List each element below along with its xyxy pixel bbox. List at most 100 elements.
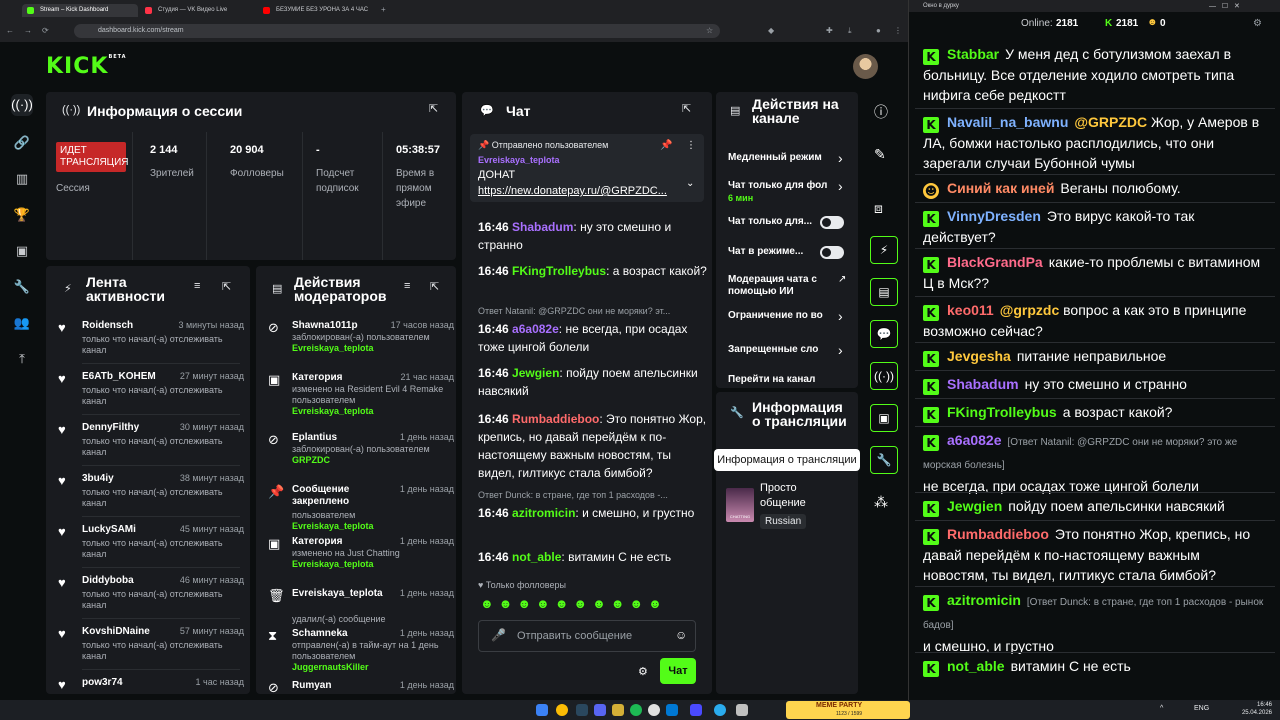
action-subject[interactable]: Сообщение закреплено xyxy=(292,484,384,508)
tray-arrow-icon[interactable]: ^ xyxy=(1160,705,1163,712)
spotify-icon[interactable] xyxy=(630,704,642,716)
chat-username[interactable]: a6a082e xyxy=(512,322,559,336)
settings-icon[interactable]: ⚙ xyxy=(638,665,648,678)
chat-username[interactable]: Синий как иней xyxy=(947,180,1054,196)
wrench-tool-icon[interactable]: 🔧 xyxy=(870,446,898,474)
address-bar[interactable]: dashboard.kick.com/stream xyxy=(74,24,720,38)
send-chat-button[interactable]: Чат xyxy=(660,658,696,684)
moderator-name[interactable]: JuggernautsKiller xyxy=(292,662,456,673)
media-icon[interactable] xyxy=(690,704,702,716)
info-icon[interactable]: ⓘ xyxy=(874,102,888,122)
bolt-tool-icon[interactable]: ⚡ xyxy=(870,236,898,264)
channel-action-item[interactable]: Чат только для фол 6 мин xyxy=(728,180,846,204)
extension-icon[interactable]: ◆ xyxy=(768,26,774,36)
filter-icon[interactable]: ≡ xyxy=(404,280,410,292)
pinned-user[interactable]: Evreiskaya_teplota xyxy=(478,155,560,165)
chevron-right-icon[interactable]: › xyxy=(838,342,843,358)
nav-tools-icon[interactable]: 🔧 xyxy=(11,276,33,298)
list-item[interactable]: ♥ Diddyboba 46 минут назад только что начал… xyxy=(46,573,250,623)
chat-username[interactable]: keo011 xyxy=(947,302,994,318)
filter-icon[interactable]: ≡ xyxy=(194,280,200,292)
channel-action-item[interactable]: Модерация чата с помощью ИИ xyxy=(728,274,846,298)
chat-input[interactable]: 🎤 Отправить сообщение ☺ xyxy=(478,620,696,652)
list-item[interactable]: ⊘ Eplantius 1 день назад заблокирован(-а) п… xyxy=(256,430,456,482)
follower-name[interactable]: Roidensch xyxy=(82,320,133,331)
windows-start-icon[interactable] xyxy=(536,704,548,716)
nav-video-icon[interactable]: ▣ xyxy=(11,240,33,262)
chat-username[interactable]: FKingTrolleybus xyxy=(947,404,1057,420)
list-item[interactable]: 📌 Сообщение закреплено 1 день назад пользов… xyxy=(256,482,456,534)
clock[interactable]: 16:46 25.04.2026 xyxy=(1228,701,1272,717)
share-icon[interactable]: ⁂ xyxy=(874,494,888,511)
mention[interactable]: @GRPZDC xyxy=(1074,114,1147,130)
chat-username[interactable]: Jewgien xyxy=(512,366,559,380)
stream-tool-icon[interactable]: ((·)) xyxy=(870,362,898,390)
follower-name[interactable]: pow3r74 xyxy=(82,677,123,688)
emote-bar[interactable]: ☻☻☻☻☻☻☻☻☻☻ xyxy=(480,596,667,611)
list-item[interactable]: ♥ pow3r74 1 час назад xyxy=(46,675,250,694)
emoji-icon[interactable]: ☺ xyxy=(675,628,687,642)
chat-tool-icon[interactable]: 💬 xyxy=(870,320,898,348)
list-item[interactable]: ♥ LuckySAMi 45 минут назад только что начал… xyxy=(46,522,250,572)
popout-icon[interactable]: ⇱ xyxy=(222,280,231,293)
chat-username[interactable]: azitromicin xyxy=(947,592,1021,608)
channel-action-item[interactable]: Медленный режим xyxy=(728,152,846,164)
action-subject[interactable]: Shawna1011p xyxy=(292,320,384,332)
pinned-message[interactable]: 📌 Отправлено пользователем 📌 ⋮ Evreiskay… xyxy=(470,134,704,202)
external-link-icon[interactable]: ↗ xyxy=(838,274,846,285)
action-subject[interactable]: Категория xyxy=(292,372,384,384)
new-tab-button[interactable]: + xyxy=(381,5,386,15)
chat-username[interactable]: Stabbar xyxy=(947,46,999,62)
toggle-switch[interactable] xyxy=(820,246,844,259)
chat-username[interactable]: BlackGrandPa xyxy=(947,254,1043,270)
messenger-icon[interactable] xyxy=(714,704,726,716)
list-item[interactable]: ▣ Категория 1 день назад изменено на Just C… xyxy=(256,534,456,586)
user-avatar[interactable] xyxy=(853,54,878,79)
follower-name[interactable]: Diddyboba xyxy=(82,575,134,586)
app-icon[interactable] xyxy=(612,704,624,716)
list-item[interactable]: ♥ 3bu4iy 38 минут назад только что начал(-а… xyxy=(46,471,250,521)
list-item[interactable]: ♥ KovshiDNaine 57 минут назад только что на… xyxy=(46,624,250,674)
obs-icon[interactable] xyxy=(648,704,660,716)
moderator-name[interactable]: Evreiskaya_teplota xyxy=(292,406,456,417)
list-item[interactable]: ♥ Roidensch 3 минуты назад только что начал… xyxy=(46,318,250,368)
video-tool-icon[interactable]: ▣ xyxy=(870,404,898,432)
mention[interactable]: @grpzdc xyxy=(1000,302,1060,318)
clipboard-tool-icon[interactable]: ▤ xyxy=(870,278,898,306)
lang-indicator[interactable]: ENG xyxy=(1194,705,1209,712)
list-item[interactable]: ♥ DennyFilthy 30 минут назад только что нач… xyxy=(46,420,250,470)
window-controls[interactable]: — ☐ ✕ xyxy=(1209,2,1240,10)
channel-action-item[interactable]: Запрещенные сло xyxy=(728,344,846,356)
chat-username[interactable]: a6a082e xyxy=(947,432,1002,448)
follower-name[interactable]: KovshiDNaine xyxy=(82,626,150,637)
channel-action-item[interactable]: Перейти на канал xyxy=(728,374,846,386)
list-item[interactable]: ⊘ Shawna1011p 17 часов назад заблокирован(-… xyxy=(256,318,456,370)
chat-username[interactable]: Jewgien xyxy=(947,498,1002,514)
bookmark-star-icon[interactable]: ☆ xyxy=(706,26,713,36)
telegram-icon[interactable] xyxy=(666,704,678,716)
nav-stream-icon[interactable]: ((·)) xyxy=(11,94,33,116)
chevron-down-icon[interactable]: ⌄ xyxy=(686,178,694,189)
action-subject[interactable]: Evreiskaya_teplota xyxy=(292,588,384,600)
pinned-link[interactable]: https://new.donatepay.ru/@GRPZDC... xyxy=(478,185,674,197)
chat-username[interactable]: Rumbaddieboo xyxy=(512,412,599,426)
chrome-icon[interactable] xyxy=(556,704,568,716)
popout-icon[interactable]: ⇱ xyxy=(430,280,439,293)
list-item[interactable]: ⊘ Rumyan 1 день назад xyxy=(256,678,456,694)
popout-icon[interactable]: ⇱ xyxy=(429,102,438,115)
follower-name[interactable]: 3bu4iy xyxy=(82,473,114,484)
tab-kick-dashboard[interactable]: Stream – Kick Dashboard xyxy=(22,4,138,17)
nav-analytics-icon[interactable]: ▥ xyxy=(11,168,33,190)
follower-name[interactable]: LuckySAMi xyxy=(82,524,136,535)
chat-username[interactable]: VinnyDresden xyxy=(947,208,1041,224)
moderator-name[interactable]: Evreiskaya_teplota xyxy=(292,559,456,570)
nav-community-icon[interactable]: 👥 xyxy=(11,312,33,334)
action-subject[interactable]: Rumyan xyxy=(292,680,384,692)
scan-icon[interactable]: ⧈ xyxy=(874,200,883,217)
mic-icon[interactable]: 🎤 xyxy=(491,628,506,642)
list-item[interactable]: ▣ Категория 21 час назад изменено на Reside… xyxy=(256,370,456,422)
nav-upload-icon[interactable]: ⤒ xyxy=(11,348,33,370)
list-item[interactable]: ⧗ Schamneka 1 день назад отправлен(-а) в та… xyxy=(256,626,456,678)
chat-username[interactable]: FKingTrolleybus xyxy=(512,264,606,278)
meme-party-widget[interactable]: MEME PARTY 1123 / 1599 xyxy=(786,701,910,719)
